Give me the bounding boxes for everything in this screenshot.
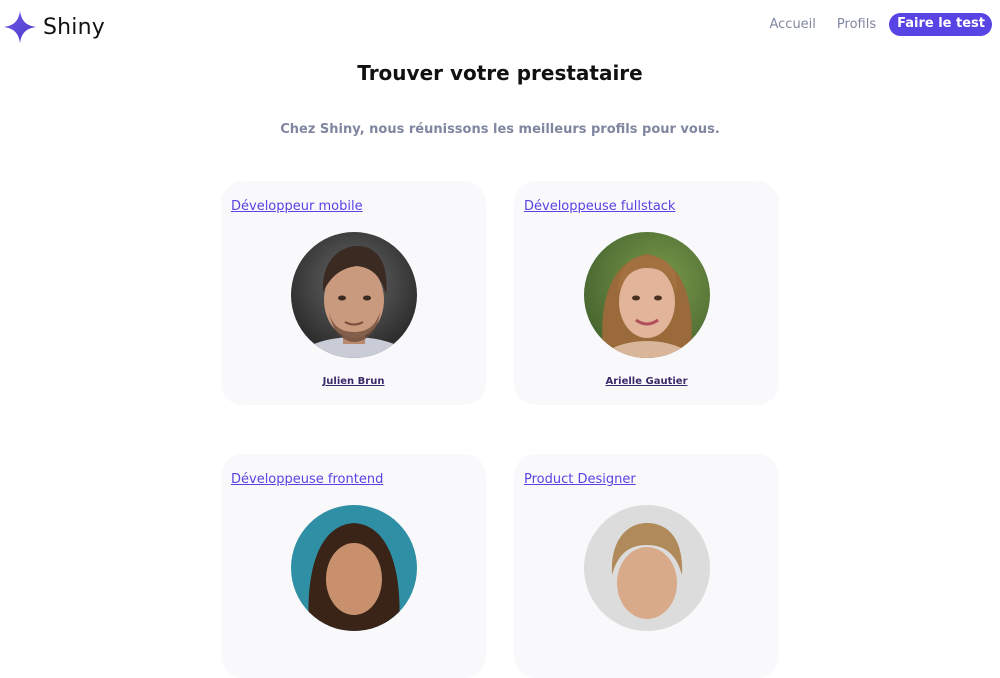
nav-links: Accueil Profils Faire le test bbox=[748, 13, 992, 36]
profile-card[interactable]: Développeuse fullstack Arielle Gautier bbox=[514, 181, 779, 405]
profile-photo bbox=[584, 232, 710, 358]
profile-card-job-title[interactable]: Product Designer bbox=[524, 472, 636, 487]
brand-logo[interactable]: Shiny bbox=[3, 10, 105, 44]
brand-name: Shiny bbox=[43, 14, 105, 40]
page-subtitle: Chez Shiny, nous réunissons les meilleur… bbox=[280, 122, 720, 137]
sparkle-star-icon bbox=[4, 11, 36, 43]
profile-card-name[interactable]: Julien Brun bbox=[221, 376, 486, 387]
profile-card[interactable]: Développeur mobile Julien Brun bbox=[221, 181, 486, 405]
profile-card-name[interactable]: Arielle Gautier bbox=[514, 376, 779, 387]
profile-card-job-title[interactable]: Développeuse frontend bbox=[231, 472, 383, 487]
profile-photo bbox=[291, 505, 417, 631]
top-nav: Shiny Accueil Profils Faire le test bbox=[0, 0, 1000, 50]
profile-photo bbox=[291, 232, 417, 358]
profile-card-job-title[interactable]: Développeur mobile bbox=[231, 199, 363, 214]
nav-link-profiles[interactable]: Profils bbox=[837, 17, 876, 32]
profile-photo bbox=[584, 505, 710, 631]
nav-link-home[interactable]: Accueil bbox=[769, 17, 815, 32]
profile-card-job-title[interactable]: Développeuse fullstack bbox=[524, 199, 675, 214]
take-test-button[interactable]: Faire le test bbox=[889, 13, 992, 36]
profile-card[interactable]: Product Designer bbox=[514, 454, 779, 678]
page-title: Trouver votre prestataire bbox=[357, 61, 643, 85]
profile-card[interactable]: Développeuse frontend bbox=[221, 454, 486, 678]
